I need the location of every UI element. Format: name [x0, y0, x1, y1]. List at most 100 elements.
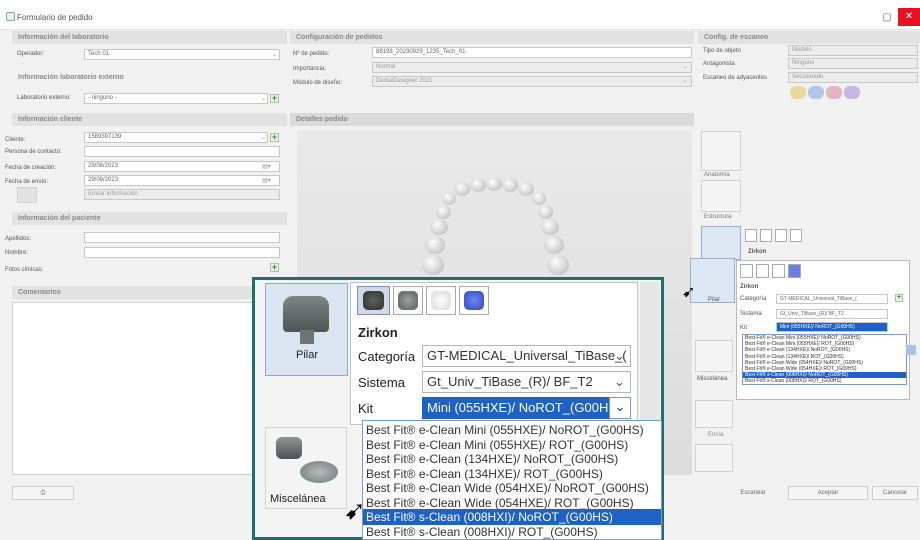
sent-label: Fecha de envío:: [5, 179, 49, 185]
tooth[interactable]: [544, 236, 564, 254]
scan-button[interactable]: Escanear: [726, 486, 780, 500]
chevron-down-icon: ⌄: [261, 135, 267, 141]
system-select[interactable]: Gt_Univ_TiBase_(R)/ BF_T2: [422, 371, 631, 393]
kit-select[interactable]: Mini (055HXE)/ NoROT_(G00HS): [422, 397, 609, 419]
patient-header: Información del paciente: [12, 212, 287, 225]
sent-date-field[interactable]: 29/08/2023: [84, 175, 280, 186]
cancel-button[interactable]: Cancelar: [872, 486, 918, 500]
print-button[interactable]: ⎙: [12, 486, 74, 500]
adjacent-select[interactable]: Seccionado: [788, 72, 918, 83]
accept-button[interactable]: Aceptar: [788, 486, 868, 500]
add-client-button[interactable]: +: [270, 133, 279, 142]
scan-option-icon[interactable]: [826, 86, 842, 99]
material-thumb[interactable]: [745, 229, 757, 242]
add-ext-lab-button[interactable]: +: [270, 94, 279, 103]
tooth[interactable]: [547, 255, 569, 275]
pilar-icon-small[interactable]: [701, 226, 741, 260]
side-toggle-icon[interactable]: [906, 345, 916, 355]
chevron-down-icon: ⌄: [272, 52, 278, 58]
material-thumb[interactable]: [740, 264, 753, 278]
misc-icon-small[interactable]: [695, 340, 733, 372]
ext-lab-header: Información laboratorio externo: [18, 74, 124, 81]
close-button[interactable]: ✕: [898, 8, 920, 26]
scan-header: Config. de escaneo: [698, 31, 920, 44]
operator-select[interactable]: Tech 01: [84, 49, 280, 60]
scan-option-icon[interactable]: [790, 86, 806, 99]
module-select[interactable]: DentalDesigner 2021: [372, 76, 692, 87]
kit-label: Kit: [358, 401, 374, 416]
material-thumb[interactable]: [790, 229, 802, 242]
material-thumb[interactable]: [760, 229, 772, 242]
last-name-field[interactable]: [84, 232, 280, 243]
material-thumb[interactable]: [775, 229, 787, 242]
misc-icon: [276, 437, 302, 459]
other-icon[interactable]: [695, 444, 733, 472]
anatomy-icon[interactable]: [701, 131, 741, 171]
tooth[interactable]: [518, 182, 534, 196]
scan-option-icon[interactable]: [808, 86, 824, 99]
misc-icon-disc: [300, 461, 338, 483]
order-number-field[interactable]: 88198_20230829_1235_Tech_01: [372, 47, 692, 58]
material-thumb-icon: [431, 291, 451, 310]
add-category-button-small[interactable]: +: [895, 294, 903, 302]
kit-option[interactable]: Best Fit® e-Clean (134HXE)/ ROT_(G00HS): [743, 354, 906, 360]
add-photo-button[interactable]: +: [270, 263, 279, 272]
chevron-down-icon: ⌄: [261, 96, 267, 102]
material-name: Zirkon: [358, 325, 398, 340]
importance-select[interactable]: Normal: [372, 62, 692, 73]
system-select-small[interactable]: Gt_Univ_TiBase_(R)/ BF_T2: [776, 309, 888, 319]
first-name-field[interactable]: [84, 247, 280, 258]
chevron-down-icon: ⌄: [683, 64, 689, 70]
tooth[interactable]: [454, 182, 470, 196]
tooth[interactable]: [422, 255, 444, 275]
kit-option[interactable]: Best Fit® s-Clean (008HXI)/ ROT_(G00HS): [743, 378, 906, 384]
material-thumb[interactable]: [788, 264, 801, 278]
pilar-label-mid: Pilar: [708, 297, 721, 303]
tooth[interactable]: [502, 178, 518, 192]
tooth[interactable]: [486, 177, 502, 191]
kit-option[interactable]: Best Fit® e-Clean (134HXE)/ NoROT_(G00HS…: [743, 347, 906, 353]
misc-label: Miscelánea: [270, 493, 326, 505]
comments-textarea[interactable]: [12, 302, 287, 475]
tooth[interactable]: [538, 205, 553, 219]
tooth[interactable]: [442, 192, 456, 205]
ext-lab-select[interactable]: - ninguno -: [84, 93, 268, 104]
antagonist-select[interactable]: Ninguno: [788, 58, 918, 69]
client-select[interactable]: 1589397139: [84, 132, 268, 143]
calendar-icon[interactable]: ▤▾: [262, 177, 271, 184]
tooth[interactable]: [532, 192, 546, 205]
comments-header: Comentarios: [12, 286, 287, 299]
material-thumb-icon: [398, 291, 418, 310]
panel-scrollbar[interactable]: [640, 282, 660, 425]
last-name-label: Apellidos:: [5, 236, 32, 242]
structure-icon[interactable]: [701, 180, 741, 212]
tooth[interactable]: [470, 178, 486, 192]
created-label: Fecha de creación:: [5, 165, 57, 171]
material-name-small: Zirkon: [740, 284, 759, 290]
kit-option[interactable]: Best Fit® e-Clean Wide (054HXE)/ NoROT_(…: [743, 360, 906, 366]
send-info-button[interactable]: Enviar información: [84, 189, 280, 200]
tooth[interactable]: [425, 236, 445, 254]
calendar-icon[interactable]: ▤▾: [262, 163, 271, 170]
kit-chevron-down-icon[interactable]: ⌄: [609, 397, 631, 419]
kit-option[interactable]: Best Fit® s-Clean (008HXI)/ ROT_(G00HS): [363, 524, 661, 540]
gum-label: Encía: [708, 432, 724, 438]
adjacent-label: Escaneo de adyacentes: [703, 75, 768, 81]
pilar-icon-stem: [300, 330, 314, 344]
tooth[interactable]: [436, 205, 451, 219]
importance-label: Importancia:: [293, 66, 327, 72]
created-date-field[interactable]: 29/08/2023: [84, 161, 280, 172]
gum-icon[interactable]: [695, 400, 733, 428]
category-select[interactable]: GT-MEDICAL_Universal_TiBase_(: [422, 345, 631, 367]
restore-button[interactable]: ▢: [876, 9, 898, 27]
contact-field[interactable]: [84, 146, 280, 157]
tooth[interactable]: [430, 219, 448, 235]
scan-option-icon[interactable]: [844, 86, 860, 99]
material-thumb[interactable]: [772, 264, 785, 278]
structure-label: Estructura: [704, 214, 732, 220]
category-select-small[interactable]: GT-MEDICAL_Universal_TiBase_(: [776, 294, 888, 304]
object-type-select[interactable]: Modelo: [788, 45, 918, 56]
tooth[interactable]: [541, 219, 559, 235]
material-thumb[interactable]: [756, 264, 769, 278]
kit-select-small[interactable]: Mini (055HXE)/ NoROT_(G00HS): [776, 322, 888, 332]
